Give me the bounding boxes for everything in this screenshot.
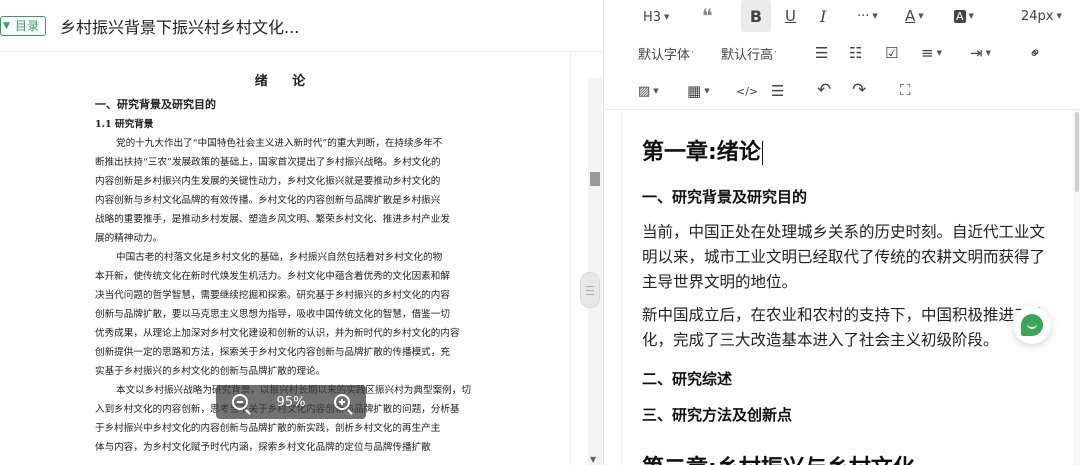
redo-icon[interactable]: ↷ <box>852 80 866 100</box>
text-line: 内容创新与乡村文化品牌的有效传播。乡村文化的内容创新与品牌扩散是乡村振兴 <box>95 195 441 206</box>
text-line: 实基于乡村振兴的乡村文化的创新与品牌扩散的理论。 <box>95 366 326 377</box>
fullscreen-icon[interactable]: ⛶ <box>900 80 911 100</box>
text-line: 决当代问题的哲学智慧，需要继续挖掘和探索。研究基于乡村振兴的乡村文化的内容 <box>95 290 450 301</box>
chevron-down-icon: ▼ <box>936 49 942 57</box>
paragraph-2[interactable]: 新中国成立后，在农业和农村的支持下，中国积极推进工业化，完成了三大改造基本进入了… <box>642 303 1052 353</box>
document-title: 乡村振兴背景下振兴村乡村文化... <box>60 17 300 37</box>
zoom-out-icon[interactable] <box>232 394 248 410</box>
text-line: 内容创新是乡村振兴内生发展的关键性动力，乡村文化振兴就是要推动乡村文化的 <box>95 176 441 187</box>
table-icon: ▦ <box>687 82 702 100</box>
highlight-dropdown[interactable]: A ▼ <box>954 6 974 26</box>
text-line: 党的十九大作出了“中国特色社会主义进入新时代”的重大判断，在持续多年不 <box>116 138 443 149</box>
assistant-button[interactable] <box>1013 306 1051 344</box>
text-line: 创新与品牌扩散，要以马克思主义思想为指导，吸收中国传统文化的智慧，借鉴一切 <box>95 309 450 320</box>
font-family-value: 默认字体 <box>638 47 691 63</box>
text-line: 本开新，使传统文化在新时代焕发生机活力。乡村文化中蕴含着优秀的文化因素和解 <box>95 271 450 282</box>
preview-header: ▼ 目录 乡村振兴背景下振兴村乡村文化... <box>0 0 603 52</box>
link-icon[interactable]: ⚭ <box>1024 41 1047 64</box>
preview-scroll-thumb[interactable] <box>590 172 600 186</box>
text-cursor <box>761 141 763 165</box>
bold-icon[interactable]: B <box>741 0 771 32</box>
chapter-heading-2[interactable]: 第二章:乡村振兴与乡村文化 <box>642 450 915 465</box>
editor-scroll-thumb[interactable] <box>1075 112 1079 192</box>
font-size-select[interactable]: 24px ▼ <box>1021 6 1062 26</box>
text-line: 战略的重要推手，是推动乡村发展、塑造乡风文明、繁荣乡村文化、推进乡村产业发 <box>95 214 450 225</box>
chapter-heading-text: 第一章:绪论 <box>642 140 761 165</box>
heading-value: H3 <box>643 9 662 25</box>
table-dropdown[interactable]: ▦ ▼ <box>687 81 710 101</box>
leaf-icon <box>1021 314 1043 336</box>
section-heading-1[interactable]: 一、研究背景及研究目的 <box>642 186 807 207</box>
code-icon[interactable]: </> <box>736 81 758 101</box>
text-line: 体与内容，为乡村文化赋予时代内涵，探索乡村文化品牌的定位与品牌传播扩散 <box>95 442 431 453</box>
underline-icon[interactable]: U <box>785 6 796 26</box>
chevron-down-icon: ▼ <box>3 20 10 31</box>
text-line: 创新提供一定的思路和方法，探索关于乡村文化内容创新与品牌扩散的传播模式，充 <box>95 347 450 358</box>
editor-content[interactable]: 第一章:绪论 一、研究背景及研究目的 当前，中国正处在处理城乡关系的历史时刻。自… <box>621 110 1080 465</box>
chevron-down-icon: ▼ <box>1056 12 1062 20</box>
chevron-down-icon: ▼ <box>985 49 991 57</box>
text-line: 优秀成果，从理论上加深对乡村文化建设和创新的认识，并为新时代的乡村文化的内容 <box>95 328 460 339</box>
font-color-dropdown[interactable]: A ▼ <box>905 6 924 26</box>
font-size-value: 24px <box>1021 8 1054 24</box>
zoom-level: 95% <box>276 394 306 410</box>
page-title: 绪 论 <box>254 74 316 89</box>
indent-icon: ⇥ <box>970 44 983 62</box>
scroll-down-arrow-icon[interactable]: ▼ <box>590 455 596 464</box>
subsection-heading: 1.1 研究背景 <box>95 119 154 130</box>
text-line: 于乡村振兴中乡村文化的内容创新与品牌扩散的新实践，剖析乡村文化的再生产主 <box>95 423 441 434</box>
zoom-control: 95% <box>216 385 366 419</box>
image-dropdown[interactable]: ▨ ▼ <box>638 81 659 101</box>
zoom-in-icon[interactable] <box>334 394 350 410</box>
chapter-heading[interactable]: 第一章:绪论 <box>642 134 763 166</box>
undo-icon[interactable]: ↶ <box>817 80 831 100</box>
font-color-icon: A <box>905 7 916 25</box>
more-icon: ··· <box>857 8 870 24</box>
document-preview-panel: ▼ 目录 乡村振兴背景下振兴村乡村文化... 绪 论 一、研究背景及研究目的 1… <box>0 0 604 465</box>
toc-button[interactable]: ▼ 目录 <box>0 15 47 36</box>
bullet-list-icon[interactable]: ☰ <box>815 43 828 63</box>
heading-select[interactable]: H3 ▼ <box>643 8 669 26</box>
chevron-down-icon: ▼ <box>704 87 710 95</box>
drag-handle[interactable] <box>580 272 600 308</box>
text-line: 断推出扶持“三农”发展政策的基础上，国家首次提出了乡村振兴战略。乡村文化的 <box>95 157 441 168</box>
highlight-icon: A <box>954 9 966 23</box>
numbered-list-icon[interactable]: ☷ <box>849 43 862 63</box>
section-heading-3[interactable]: 三、研究方法及创新点 <box>642 404 792 425</box>
chevron-down-icon: ▼ <box>968 12 974 20</box>
text-line: 展的精神动力。 <box>95 233 163 244</box>
section-heading: 一、研究背景及研究目的 <box>95 98 216 111</box>
checklist-icon[interactable]: ☑ <box>885 43 898 63</box>
chevron-down-icon: ▼ <box>664 13 670 21</box>
toc-button-label: 目录 <box>15 19 40 33</box>
quote-icon[interactable]: ❝ <box>702 4 713 28</box>
chevron-down-icon: ▼ <box>653 87 659 95</box>
line-height-value: 默认行高 <box>721 47 774 63</box>
editor-panel: H3 ▼ ❝ B U I ··· ▼ A ▼ A ▼ 24px ▼ 默认字体 · 默认行高 ·… <box>605 0 1080 465</box>
font-family-select[interactable]: 默认字体 · <box>638 43 694 63</box>
divider-icon[interactable]: ☰ <box>771 81 784 101</box>
more-format-dropdown[interactable]: ··· ▼ <box>857 6 878 26</box>
italic-icon[interactable]: I <box>820 6 826 26</box>
section-heading-2[interactable]: 二、研究综述 <box>642 368 732 389</box>
editor-toolbar: H3 ▼ ❝ B U I ··· ▼ A ▼ A ▼ 24px ▼ 默认字体 · 默认行高 ·… <box>605 0 1080 110</box>
chevron-down-icon: ▼ <box>872 12 878 20</box>
text-line: 中国古老的村落文化是乡村文化的基础，乡村振兴自然包括着对乡村文化的物 <box>116 252 443 263</box>
image-icon: ▨ <box>638 83 651 99</box>
line-height-select[interactable]: 默认行高 · <box>721 43 777 63</box>
align-dropdown[interactable]: ≡ ▼ <box>921 43 942 63</box>
indent-dropdown[interactable]: ⇥ ▼ <box>970 43 991 63</box>
align-icon: ≡ <box>921 44 934 62</box>
chevron-down-icon: ▼ <box>918 12 924 20</box>
paragraph-1[interactable]: 当前，中国正处在处理城乡关系的历史时刻。自近代工业文明以来，城市工业文明已经取代… <box>642 220 1052 295</box>
paragraph-1: 党的十九大作出了“中国特色社会主义进入新时代”的重大判断，在持续多年不 <box>95 134 475 153</box>
